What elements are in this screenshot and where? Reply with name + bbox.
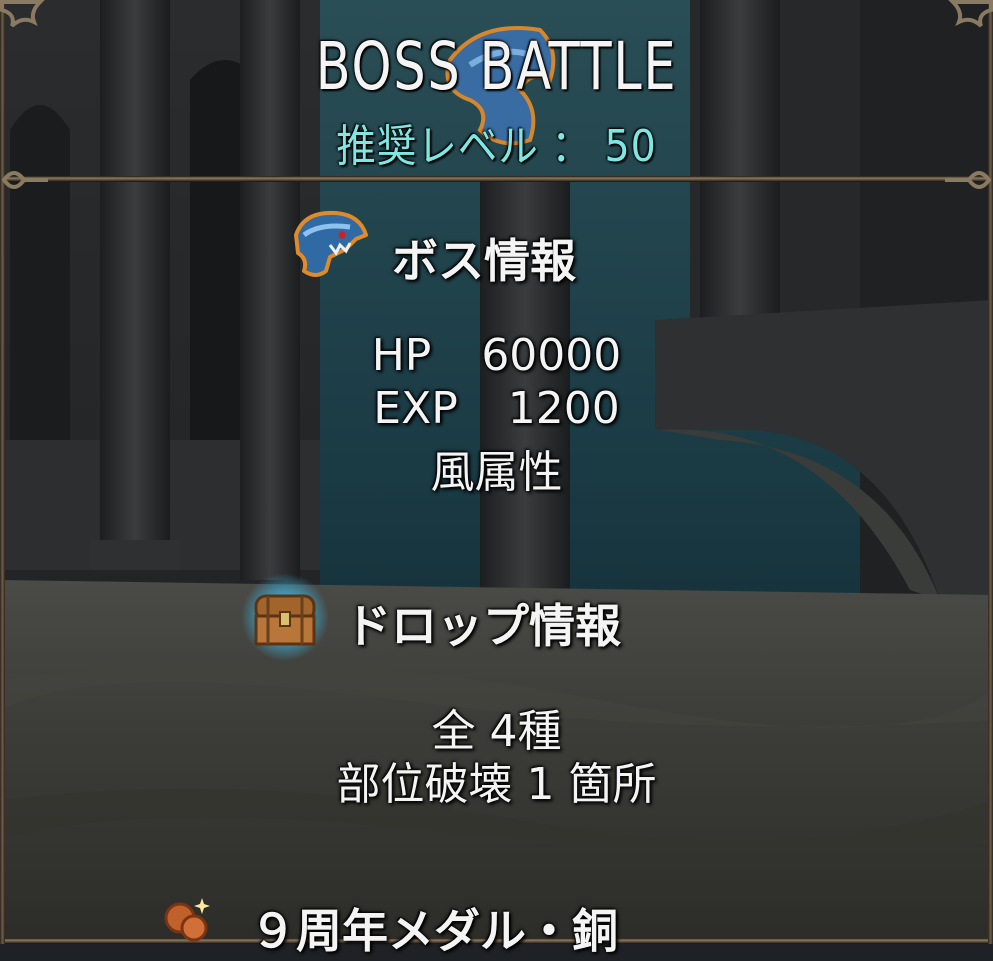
frame-divider-top [0,176,993,182]
recommended-level: 推奨レベル： 50 [50,110,944,174]
level-label: 推奨レベル [336,121,539,172]
exp-label: EXP [373,383,458,434]
boss-info-heading: ボス情報 [392,234,576,288]
level-value: 50 [604,121,657,172]
level-separator: ： [551,121,592,172]
frame-corner-ornament-icon [1,171,48,189]
part-break-count: 部位破壊 1 箇所 [336,759,657,810]
treasure-chest-icon [241,573,329,661]
boss-battle-title: BOSS BATTLE [315,28,678,105]
exp-value: 1200 [507,383,620,434]
drop-info-heading: ドロップ情報 [345,599,621,653]
shark-monster-icon [294,210,368,277]
frame-corner-ornament-icon [945,171,992,189]
medal-icon [164,898,210,942]
boss-hp: HP 60000 [0,330,993,381]
hp-value: 60000 [481,330,622,381]
item-name: ９周年メダル・銅 [250,904,618,958]
boss-attribute: 風属性 [430,447,563,498]
boss-exp: EXP 1200 [0,383,993,434]
frame-corner-ornament-icon [948,0,993,28]
hp-label: HP [371,330,432,381]
frame-corner-ornament-icon [0,0,45,28]
